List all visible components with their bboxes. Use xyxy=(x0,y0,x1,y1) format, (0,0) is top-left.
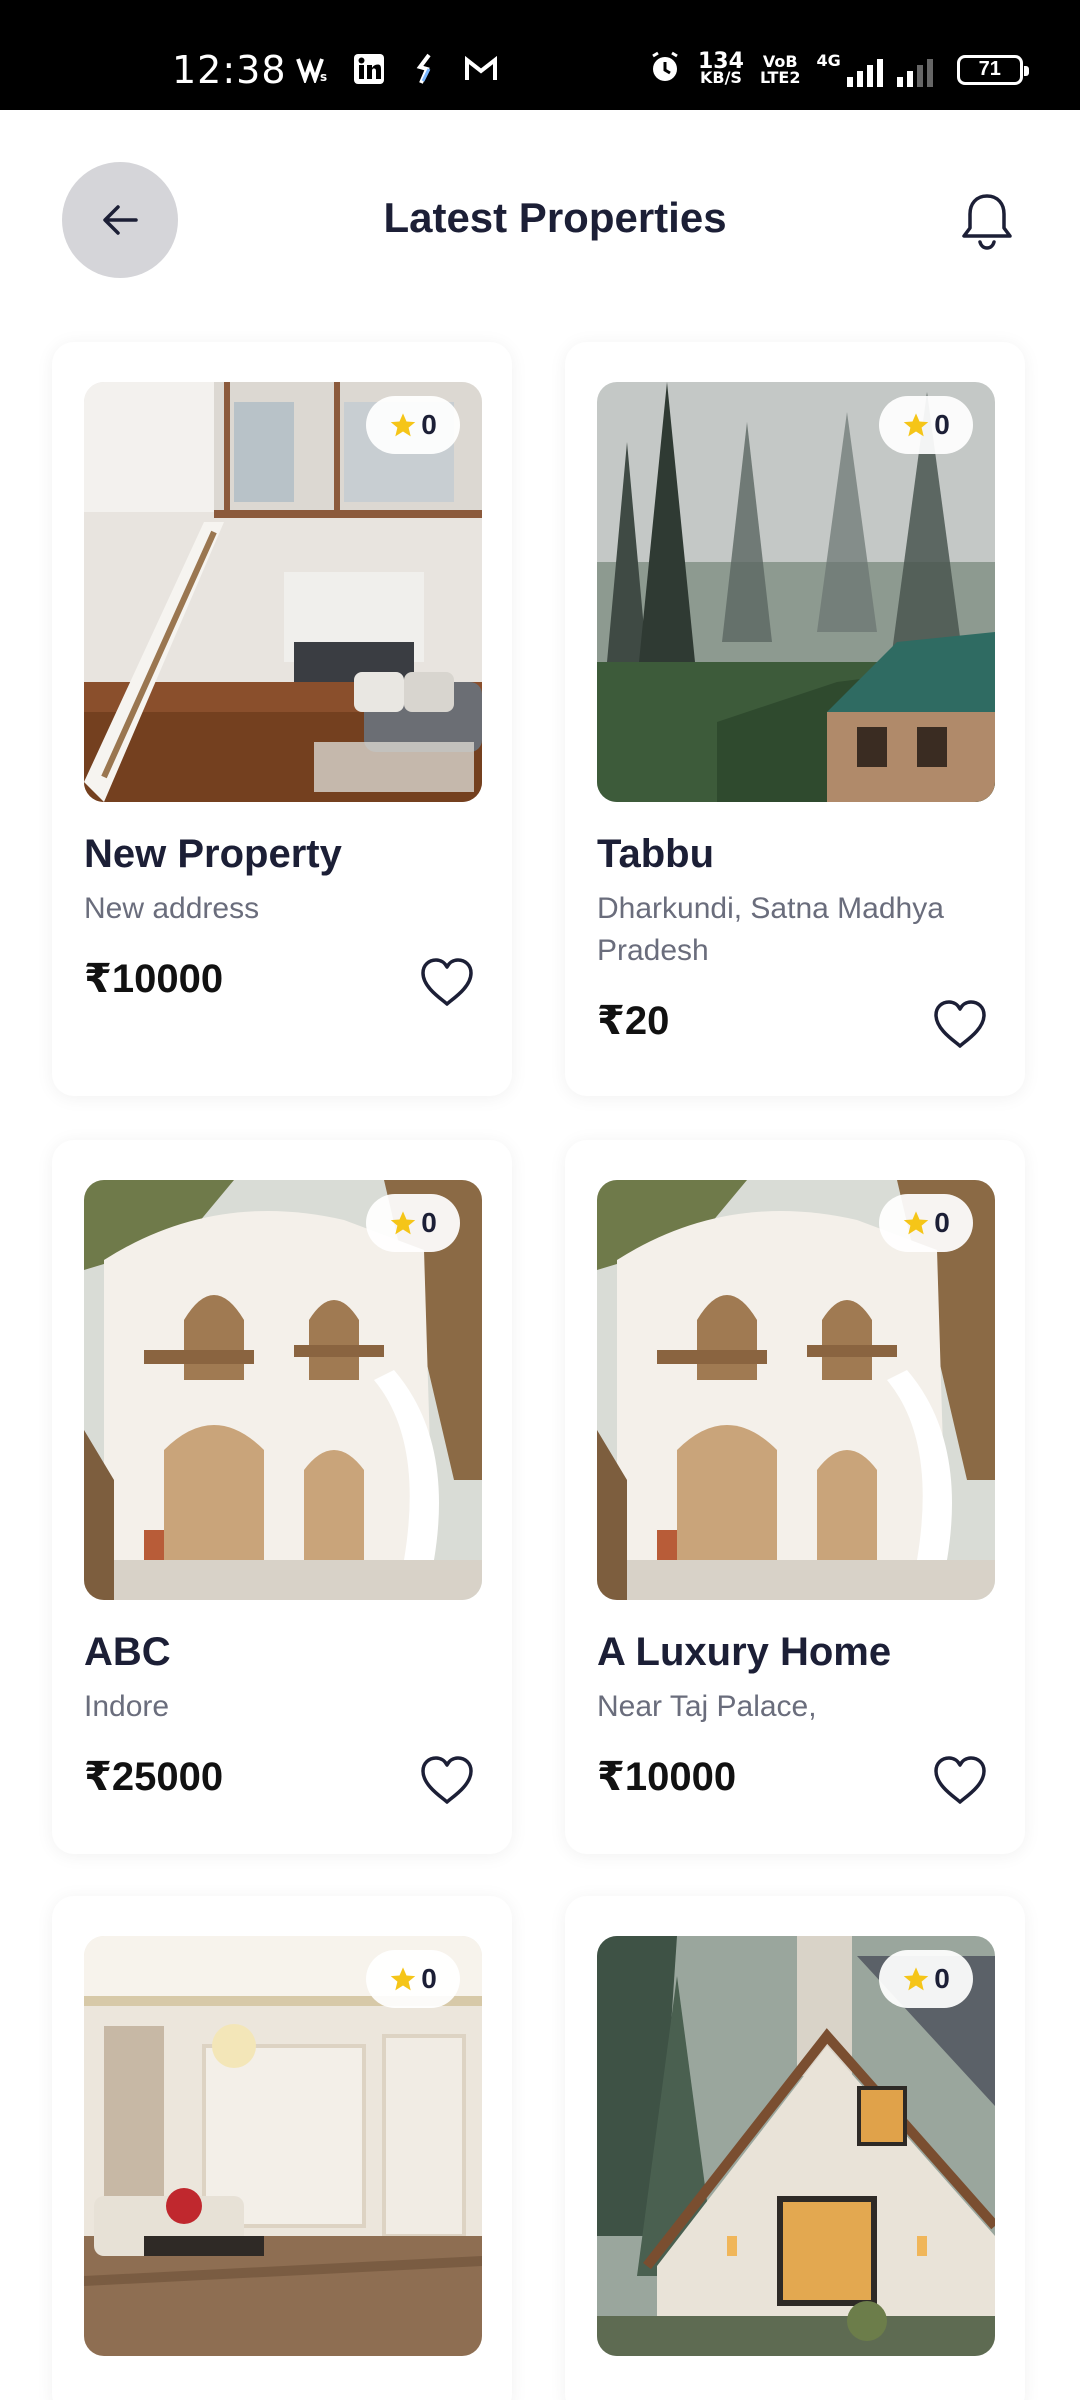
rating-value: 0 xyxy=(934,409,950,440)
star-icon xyxy=(903,413,929,437)
favorite-button[interactable] xyxy=(417,954,477,1010)
star-icon xyxy=(903,1967,929,1991)
property-image[interactable]: 0 xyxy=(84,1936,482,2356)
heart-icon xyxy=(421,1756,473,1804)
star-icon xyxy=(390,1211,416,1235)
rating-value: 0 xyxy=(934,1207,950,1238)
rating-value: 0 xyxy=(421,1207,437,1238)
rating-value: 0 xyxy=(421,409,437,440)
star-icon xyxy=(390,413,416,437)
property-address: New address xyxy=(84,892,260,925)
property-image[interactable]: 0 xyxy=(84,1180,482,1600)
property-price: ₹20 xyxy=(597,999,670,1043)
property-card[interactable]: 0 xyxy=(565,1896,1025,2400)
rating-badge: 0 xyxy=(879,1194,973,1252)
rating-value: 0 xyxy=(934,1963,950,1994)
rating-badge: 0 xyxy=(366,1194,460,1252)
property-image[interactable]: 0 xyxy=(597,1180,995,1600)
property-image[interactable]: 0 xyxy=(84,382,482,802)
property-card[interactable]: 0 New Property New address ₹10000 xyxy=(52,342,512,1096)
favorite-button[interactable] xyxy=(930,1752,990,1808)
property-card[interactable]: 0 Tabbu Dharkundi, Satna Madhya Pradesh … xyxy=(565,342,1025,1096)
property-image[interactable]: 0 xyxy=(597,1936,995,2356)
favorite-button[interactable] xyxy=(417,1752,477,1808)
rating-badge: 0 xyxy=(879,1950,973,2008)
property-title: ABC xyxy=(84,1630,171,1674)
property-title: New Property xyxy=(84,832,342,876)
property-title: A Luxury Home xyxy=(597,1630,892,1674)
heart-icon xyxy=(421,958,473,1006)
property-image[interactable]: 0 xyxy=(597,382,995,802)
favorite-button[interactable] xyxy=(930,996,990,1052)
property-grid: 0 New Property New address ₹10000 0 Tabb… xyxy=(0,0,1080,2400)
property-address: Indore xyxy=(84,1690,170,1723)
property-card[interactable]: 0 A Luxury Home Near Taj Palace, ₹10000 xyxy=(565,1140,1025,1854)
rating-badge: 0 xyxy=(879,396,973,454)
property-price: ₹10000 xyxy=(84,957,224,1001)
rating-badge: 0 xyxy=(366,1950,460,2008)
property-title: Tabbu xyxy=(597,832,715,876)
rating-value: 0 xyxy=(421,1963,437,1994)
star-icon xyxy=(903,1211,929,1235)
property-card[interactable]: 0 ABC Indore ₹25000 xyxy=(52,1140,512,1854)
star-icon xyxy=(390,1967,416,1991)
property-price: ₹25000 xyxy=(84,1755,224,1799)
property-address: Dharkundi, Satna Madhya Pradesh xyxy=(597,892,944,967)
property-price: ₹10000 xyxy=(597,1755,737,1799)
property-address: Near Taj Palace, xyxy=(597,1690,817,1723)
rating-badge: 0 xyxy=(366,396,460,454)
property-card[interactable]: 0 xyxy=(52,1896,512,2400)
heart-icon xyxy=(934,1756,986,1804)
heart-icon xyxy=(934,1000,986,1048)
